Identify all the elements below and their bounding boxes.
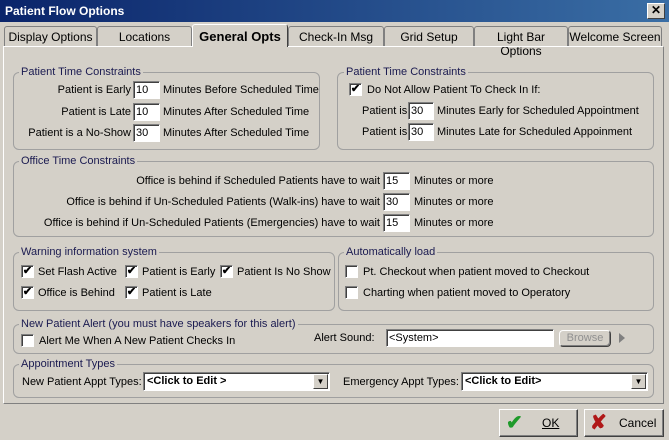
autoload-charting-checkbox[interactable] <box>345 286 358 299</box>
alert-sound-label: Alert Sound: <box>314 332 375 344</box>
office-time-legend: Office Time Constraints <box>19 155 138 167</box>
late-suffix: Minutes After Scheduled Time <box>163 106 310 118</box>
cancel-button[interactable]: ✘ Cancel <box>584 409 664 437</box>
checkin-early-label: Patient is <box>362 105 408 117</box>
appt-types-legend: Appointment Types <box>19 358 117 370</box>
title-bar: Patient Flow Options <box>0 0 669 22</box>
checkin-late-label: Patient is <box>362 126 408 138</box>
close-button[interactable]: ✕ <box>647 3 665 19</box>
tab-display-options[interactable]: Display Options <box>4 26 97 46</box>
office-emergencies-input[interactable]: 15 <box>383 214 410 232</box>
office-behind-checkbox[interactable]: ✔ <box>21 286 34 299</box>
patient-time-legend: Patient Time Constraints <box>19 66 143 78</box>
office-walkins-label: Office is behind if Un-Scheduled Patient… <box>66 196 380 208</box>
emergency-appt-types-combo[interactable]: <Click to Edit> ▼ <box>461 372 648 391</box>
autoload-checkout-checkbox[interactable] <box>345 265 358 278</box>
checkin-late-suffix: Minutes Late for Scheduled Appoinment <box>437 126 633 138</box>
checkin-early-input[interactable]: 30 <box>408 102 434 120</box>
checkmark-icon: ✔ <box>506 412 523 434</box>
new-appt-types-value: <Click to Edit > <box>147 375 227 387</box>
early-label: Patient is Early <box>57 84 131 96</box>
warn-noshow-label: Patient Is No Show <box>237 266 331 278</box>
office-emergencies-label: Office is behind if Un-Scheduled Patient… <box>43 217 380 229</box>
new-appt-types-combo[interactable]: <Click to Edit > ▼ <box>143 372 330 391</box>
office-scheduled-label: Office is behind if Scheduled Patients h… <box>136 175 380 187</box>
noshow-minutes-input[interactable]: 30 <box>133 124 160 142</box>
flash-active-checkbox[interactable]: ✔ <box>21 265 34 278</box>
checkin-early-suffix: Minutes Early for Scheduled Appointment <box>437 105 639 117</box>
browse-button[interactable]: Browse <box>559 330 611 347</box>
chevron-down-icon[interactable]: ▼ <box>313 374 328 389</box>
checkin-constraints-legend: Patient Time Constraints <box>344 66 468 78</box>
late-minutes-input[interactable]: 10 <box>133 103 160 121</box>
tab-locations[interactable]: Locations <box>97 26 192 46</box>
early-suffix: Minutes Before Scheduled Time <box>163 84 319 96</box>
early-minutes-input[interactable]: 10 <box>133 81 160 99</box>
autoload-charting-label: Charting when patient moved to Operatory <box>363 287 571 299</box>
autoload-group <box>338 252 654 311</box>
noshow-label: Patient is a No-Show <box>28 127 131 139</box>
play-icon[interactable] <box>619 333 625 343</box>
warn-early-label: Patient is Early <box>142 266 216 278</box>
office-scheduled-input[interactable]: 15 <box>383 172 410 190</box>
office-behind-label: Office is Behind <box>38 287 115 299</box>
tab-grid-setup[interactable]: Grid Setup <box>384 26 474 46</box>
emergency-appt-types-value: <Click to Edit> <box>465 375 542 387</box>
cancel-label: Cancel <box>619 416 657 430</box>
office-emergencies-suffix: Minutes or more <box>414 217 494 229</box>
warning-legend: Warning information system <box>19 246 159 258</box>
alert-checkbox[interactable] <box>21 334 34 347</box>
office-scheduled-suffix: Minutes or more <box>414 175 494 187</box>
flash-active-label: Set Flash Active <box>38 266 117 278</box>
tab-check-in-msg[interactable]: Check-In Msg <box>288 26 384 46</box>
alert-sound-input[interactable]: <System> <box>386 329 554 347</box>
warning-group <box>13 252 335 311</box>
no-checkin-label: Do Not Allow Patient To Check In If: <box>367 84 541 96</box>
autoload-legend: Automatically load <box>344 246 438 258</box>
office-walkins-input[interactable]: 30 <box>383 193 410 211</box>
emergency-appt-types-label: Emergency Appt Types: <box>343 376 459 388</box>
tab-light-bar-options[interactable]: Light Bar Options <box>474 26 568 58</box>
warn-early-checkbox[interactable]: ✔ <box>125 265 138 278</box>
ok-label: OK <box>542 416 560 430</box>
no-checkin-checkbox[interactable]: ✔ <box>349 83 362 96</box>
new-appt-types-label: New Patient Appt Types: <box>22 376 142 388</box>
warn-late-label: Patient is Late <box>142 287 212 299</box>
office-walkins-suffix: Minutes or more <box>414 196 494 208</box>
alert-checkbox-label: Alert Me When A New Patient Checks In <box>39 335 236 347</box>
window-title: Patient Flow Options <box>5 4 125 18</box>
autoload-checkout-label: Pt. Checkout when patient moved to Check… <box>363 266 590 278</box>
late-label: Patient is Late <box>61 106 131 118</box>
alert-legend: New Patient Alert (you must have speaker… <box>19 318 298 330</box>
warn-noshow-checkbox[interactable]: ✔ <box>220 265 233 278</box>
tab-general-opts[interactable]: General Opts <box>192 24 288 47</box>
checkin-late-input[interactable]: 30 <box>408 123 434 141</box>
noshow-suffix: Minutes After Scheduled Time <box>163 127 310 139</box>
ok-button[interactable]: ✔ OK <box>499 409 578 437</box>
tab-welcome-screen[interactable]: Welcome Screen <box>568 26 662 46</box>
x-icon: ✘ <box>590 412 607 434</box>
chevron-down-icon[interactable]: ▼ <box>631 374 646 389</box>
warn-late-checkbox[interactable]: ✔ <box>125 286 138 299</box>
